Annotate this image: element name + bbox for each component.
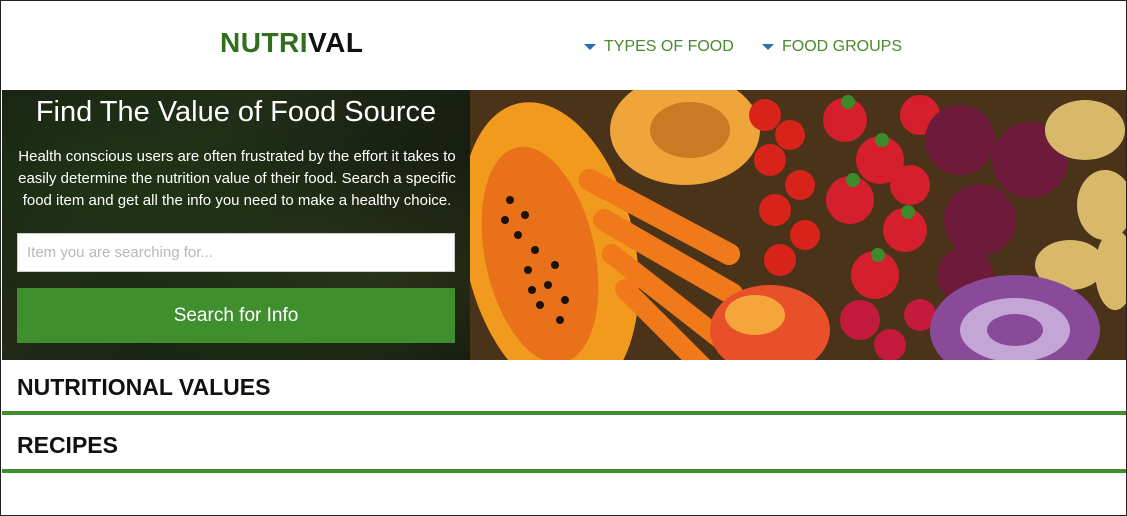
caret-down-icon [762, 44, 774, 50]
nav-food-groups[interactable]: FOOD GROUPS [762, 38, 902, 56]
vegetables-illustration [470, 90, 1126, 360]
nav-label: TYPES OF FOOD [604, 38, 734, 55]
search-input[interactable] [17, 233, 455, 272]
section-recipes[interactable]: RECIPES [2, 418, 1126, 473]
hero-description: Health conscious users are often frustra… [18, 148, 456, 209]
section-title: RECIPES [17, 432, 118, 458]
page-frame: NUTRIVAL TYPES OF FOOD FOOD GROUPS Find … [0, 0, 1127, 516]
logo-part-2: VAL [308, 27, 364, 58]
vegetables-image [470, 90, 1126, 360]
section-title: NUTRITIONAL VALUES [17, 374, 271, 400]
logo-part-1: NUTRI [220, 27, 309, 58]
caret-down-icon [584, 44, 596, 50]
hero-content: Find The Value of Food Source Health con… [2, 90, 470, 360]
hero-title: Find The Value of Food Source [35, 96, 437, 128]
nav-types-of-food[interactable]: TYPES OF FOOD [584, 38, 734, 56]
search-button[interactable]: Search for Info [17, 288, 455, 343]
site-header: NUTRIVAL TYPES OF FOOD FOOD GROUPS [2, 2, 1126, 90]
section-nutritional-values[interactable]: NUTRITIONAL VALUES [2, 360, 1126, 415]
site-logo[interactable]: NUTRIVAL [220, 27, 363, 59]
hero-banner: Find The Value of Food Source Health con… [2, 90, 1126, 360]
nav-label: FOOD GROUPS [782, 38, 903, 55]
